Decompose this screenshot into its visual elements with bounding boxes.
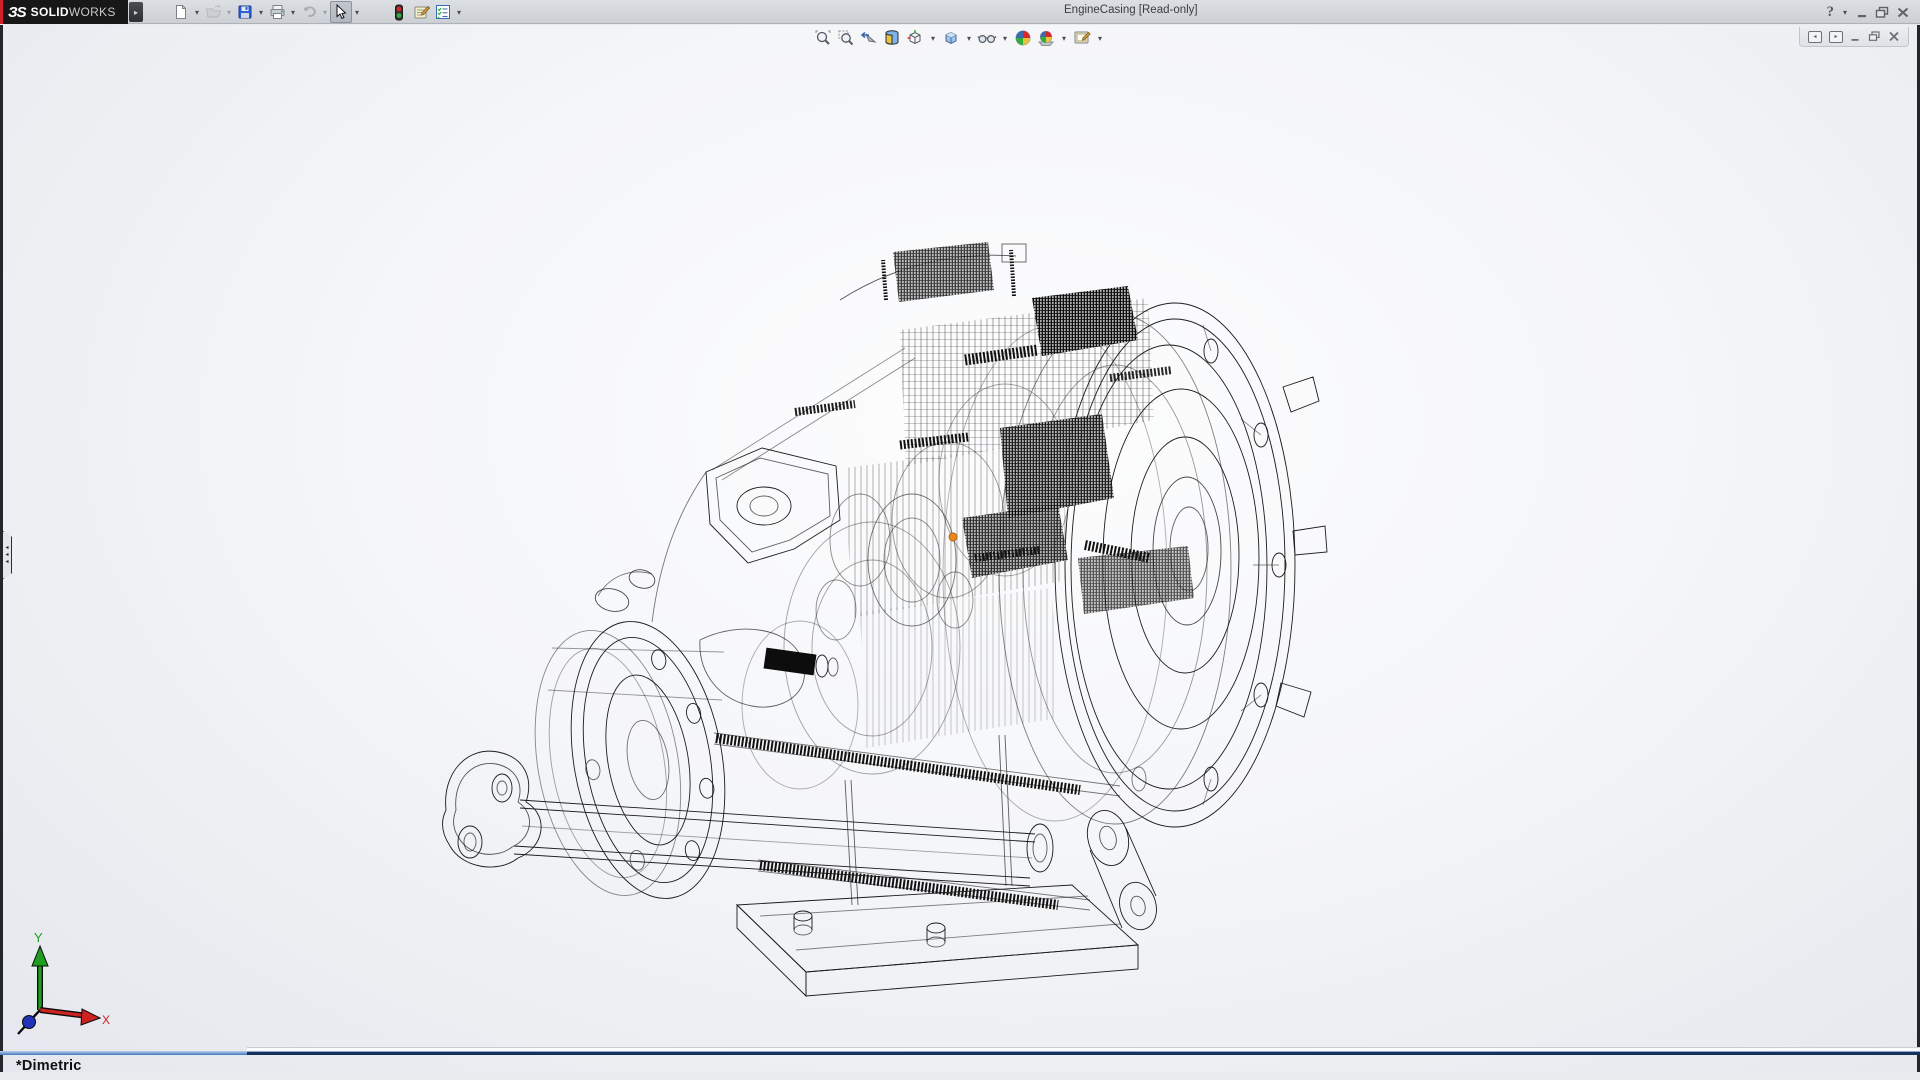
display-style-button[interactable] — [941, 28, 961, 48]
display-style-icon — [942, 29, 960, 47]
base-plate — [737, 735, 1138, 996]
show-right-pane-button[interactable]: ▸ — [1829, 31, 1843, 43]
section-view-button[interactable] — [882, 28, 902, 48]
zoom-to-fit-icon — [814, 29, 832, 47]
select-cursor-icon — [334, 4, 348, 20]
options-checklist-icon — [435, 4, 451, 20]
open-dropdown[interactable]: ▾ — [224, 8, 234, 17]
restore-document-button[interactable] — [1868, 31, 1881, 42]
hide-show-items-button[interactable] — [977, 28, 997, 48]
options-button[interactable] — [432, 1, 454, 23]
mount-link-left — [443, 751, 1053, 886]
section-view-icon — [883, 29, 901, 47]
view-settings-icon — [1073, 29, 1091, 47]
apply-scene-icon — [1037, 29, 1055, 47]
minimize-document-button[interactable] — [1850, 31, 1861, 42]
save-button[interactable] — [234, 1, 256, 23]
file-properties-icon — [413, 4, 430, 20]
close-icon — [1896, 6, 1910, 19]
view-orientation-icon — [906, 29, 924, 47]
open-button[interactable] — [202, 1, 224, 23]
logo-red-accent — [0, 0, 3, 24]
new-document-icon — [173, 4, 189, 20]
minimize-button[interactable] — [1856, 6, 1869, 19]
dense-wireframe-region — [845, 242, 1194, 748]
select-button[interactable] — [330, 1, 352, 23]
mount-bracket-right — [1081, 806, 1161, 934]
zoom-to-area-icon — [837, 29, 855, 47]
apply-scene-dropdown[interactable]: ▾ — [1059, 34, 1069, 43]
new-document-dropdown[interactable]: ▾ — [192, 8, 202, 17]
show-left-pane-button[interactable]: ◂ — [1808, 31, 1822, 43]
close-document-icon — [1888, 31, 1900, 42]
undo-arrow-icon — [301, 4, 318, 20]
hide-show-items-dropdown[interactable]: ▾ — [1000, 34, 1010, 43]
graphics-viewport[interactable]: ▾ ▾ ▾ ▾ ▾ ◂ ▸ ◂ ◂ ◂ — [0, 25, 1920, 1072]
close-button[interactable] — [1896, 6, 1910, 19]
apply-scene-button[interactable] — [1036, 28, 1056, 48]
engine-casing-wireframe-model: Y X — [0, 25, 1920, 1072]
heads-up-view-toolbar: ▾ ▾ ▾ ▾ ▾ — [813, 28, 1105, 48]
help-dropdown[interactable]: ▾ — [1840, 8, 1850, 17]
minimize-document-icon — [1850, 31, 1861, 42]
triad-x-label: X — [102, 1013, 110, 1027]
options-dropdown[interactable]: ▾ — [454, 8, 464, 17]
previous-view-icon — [860, 29, 878, 47]
logo-text-works: WORKS — [69, 5, 116, 19]
previous-view-button[interactable] — [859, 28, 879, 48]
flange-ring-left — [515, 609, 745, 917]
origin-marker — [949, 533, 957, 541]
help-button[interactable]: ? — [1827, 4, 1835, 21]
logo-text-solid: SOLID — [31, 5, 69, 19]
view-settings-dropdown[interactable]: ▾ — [1095, 34, 1105, 43]
restore-icon — [1875, 6, 1890, 19]
selection-filter-button[interactable] — [388, 1, 410, 23]
open-folder-icon — [205, 4, 222, 20]
zoom-to-fit-button[interactable] — [813, 28, 833, 48]
reference-triad: Y X — [18, 930, 110, 1034]
restore-button[interactable] — [1875, 6, 1890, 19]
stoplight-icon — [394, 4, 404, 21]
select-dropdown[interactable]: ▾ — [352, 8, 362, 17]
appearance-ball-icon — [1014, 29, 1032, 47]
undo-button[interactable] — [298, 1, 320, 23]
close-document-button[interactable] — [1888, 31, 1900, 42]
statusbar-edge-left — [0, 1051, 247, 1055]
window-title: EngineCasing [Read-only] — [1064, 4, 1198, 16]
edit-appearance-button[interactable] — [1013, 28, 1033, 48]
print-button[interactable] — [266, 1, 288, 23]
print-dropdown[interactable]: ▾ — [288, 8, 298, 17]
restore-document-icon — [1868, 31, 1881, 42]
minimize-icon — [1856, 6, 1869, 19]
print-icon — [269, 4, 286, 20]
logo-3s-mark: ЗS — [8, 4, 26, 21]
display-style-dropdown[interactable]: ▾ — [964, 34, 974, 43]
zoom-to-area-button[interactable] — [836, 28, 856, 48]
taskbar-edge — [247, 1047, 1920, 1055]
triad-y-label: Y — [34, 930, 43, 945]
file-properties-button[interactable] — [410, 1, 432, 23]
view-settings-button[interactable] — [1072, 28, 1092, 48]
save-floppy-icon — [237, 4, 253, 20]
title-bar: ЗS SOLIDWORKS ▸ ▾ ▾ ▾ ▾ ▾ ▾ ▾ — [0, 0, 1920, 24]
view-orientation-dropdown[interactable]: ▾ — [928, 34, 938, 43]
undo-dropdown[interactable]: ▾ — [320, 8, 330, 17]
solidworks-logo: ЗS SOLIDWORKS — [0, 0, 128, 24]
view-orientation-button[interactable] — [905, 28, 925, 48]
document-window-controls: ◂ ▸ — [1799, 27, 1909, 47]
save-dropdown[interactable]: ▾ — [256, 8, 266, 17]
view-orientation-label: *Dimetric — [16, 1058, 81, 1072]
new-document-button[interactable] — [170, 1, 192, 23]
menu-flyout-arrow[interactable]: ▸ — [129, 2, 143, 22]
titlebar-controls: ? ▾ — [1827, 0, 1911, 24]
eyeglasses-icon — [977, 29, 997, 47]
standard-toolbar: ▾ ▾ ▾ ▾ ▾ ▾ ▾ — [170, 0, 464, 24]
